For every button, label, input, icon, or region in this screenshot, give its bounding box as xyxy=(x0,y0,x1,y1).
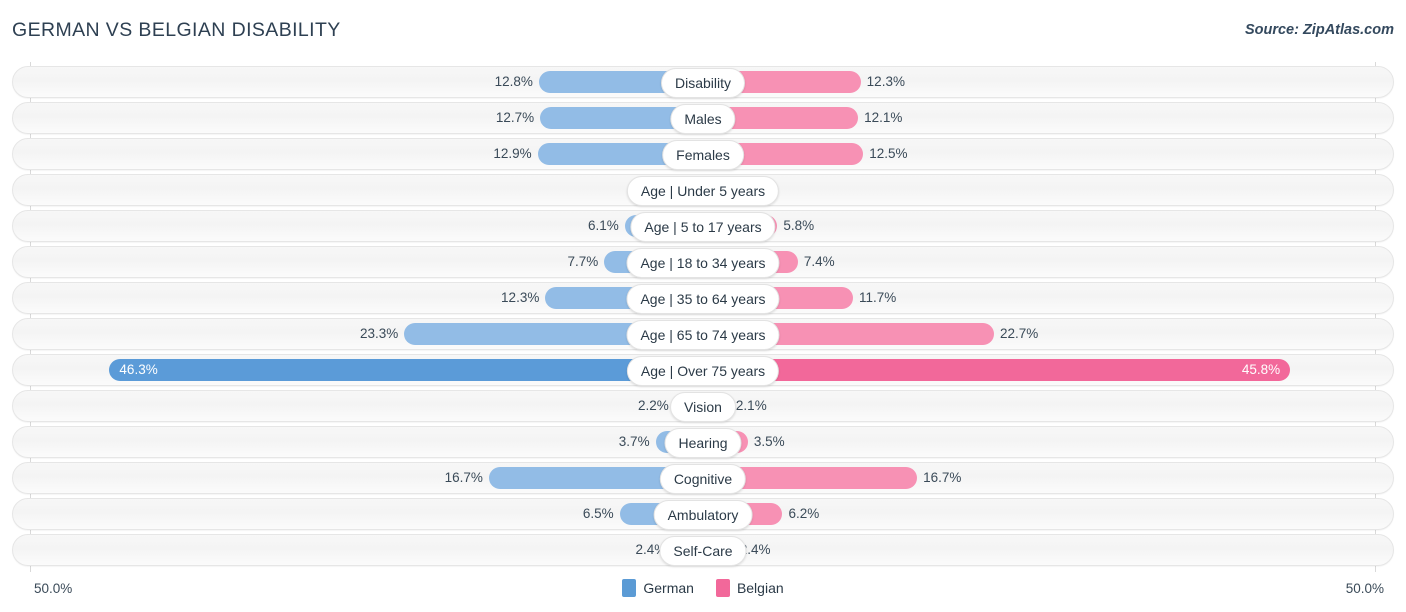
table-row[interactable]: 6.1% 5.8% Age | 5 to 17 years xyxy=(0,210,1406,242)
value-label-german: 6.5% xyxy=(583,498,614,530)
category-label: Age | Over 75 years xyxy=(627,356,779,386)
value-label-belgian: 12.3% xyxy=(867,66,905,98)
value-label-belgian: 16.7% xyxy=(923,462,961,494)
value-label-belgian: 5.8% xyxy=(783,210,814,242)
legend-label: Belgian xyxy=(737,580,784,596)
legend-swatch-icon xyxy=(716,579,730,597)
table-row[interactable]: 12.9% 12.5% Females xyxy=(0,138,1406,170)
value-label-german: 7.7% xyxy=(568,246,599,278)
value-label-german: 2.2% xyxy=(638,390,669,422)
category-label: Females xyxy=(662,140,744,170)
category-label: Age | 18 to 34 years xyxy=(626,248,779,278)
category-label: Ambulatory xyxy=(654,500,753,530)
table-row[interactable]: 7.7% 7.4% Age | 18 to 34 years xyxy=(0,246,1406,278)
value-label-belgian: 12.1% xyxy=(864,102,902,134)
chart-footer: 50.0% 50.0% GermanBelgian xyxy=(0,574,1406,612)
value-label-belgian: 7.4% xyxy=(804,246,835,278)
value-label-german: 16.7% xyxy=(445,462,483,494)
value-label-german: 12.7% xyxy=(496,102,534,134)
table-row[interactable]: 12.7% 12.1% Males xyxy=(0,102,1406,134)
legend-swatch-icon xyxy=(622,579,636,597)
value-label-german: 3.7% xyxy=(619,426,650,458)
table-row[interactable]: 12.8% 12.3% Disability xyxy=(0,66,1406,98)
chart-rows: 12.8% 12.3% Disability 12.7% 12.1% Males 12.9%… xyxy=(0,66,1406,570)
value-label-belgian: 22.7% xyxy=(1000,318,1038,350)
table-row[interactable]: 2.4%2.4%Self-Care xyxy=(0,534,1406,566)
category-label: Hearing xyxy=(664,428,741,458)
bar-german xyxy=(109,359,703,381)
table-row[interactable]: 46.3% 45.8% Age | Over 75 years xyxy=(0,354,1406,386)
legend-item[interactable]: German xyxy=(622,579,694,597)
value-label-belgian: 6.2% xyxy=(788,498,819,530)
value-label-belgian: 3.5% xyxy=(754,426,785,458)
table-row[interactable]: 23.3% 22.7% Age | 65 to 74 years xyxy=(0,318,1406,350)
value-label-belgian: 45.8% xyxy=(1242,354,1280,386)
value-label-german: 12.9% xyxy=(493,138,531,170)
table-row[interactable]: 16.7% 16.7% Cognitive xyxy=(0,462,1406,494)
table-row[interactable]: 1.7%1.4%Age | Under 5 years xyxy=(0,174,1406,206)
chart-plot-area: 12.8% 12.3% Disability 12.7% 12.1% Males 12.9%… xyxy=(0,62,1406,572)
category-label: Age | Under 5 years xyxy=(627,176,779,206)
category-label: Age | 65 to 74 years xyxy=(626,320,779,350)
source-attribution: Source: ZipAtlas.com xyxy=(1245,22,1394,38)
table-row[interactable]: 3.7% 3.5% Hearing xyxy=(0,426,1406,458)
bar-belgian xyxy=(703,359,1290,381)
table-row[interactable]: 12.3% 11.7% Age | 35 to 64 years xyxy=(0,282,1406,314)
value-label-belgian: 2.1% xyxy=(736,390,767,422)
value-label-german: 46.3% xyxy=(119,354,157,386)
value-label-belgian: 12.5% xyxy=(869,138,907,170)
category-label: Disability xyxy=(661,68,745,98)
category-label: Age | 35 to 64 years xyxy=(626,284,779,314)
value-label-german: 23.3% xyxy=(360,318,398,350)
legend-item[interactable]: Belgian xyxy=(716,579,784,597)
chart-legend: German Belgian xyxy=(0,579,1406,597)
category-label: Males xyxy=(670,104,735,134)
category-label: Cognitive xyxy=(660,464,746,494)
category-label: Age | 5 to 17 years xyxy=(630,212,775,242)
value-label-german: 6.1% xyxy=(588,210,619,242)
table-row[interactable]: 6.5% 6.2% Ambulatory xyxy=(0,498,1406,530)
page-title: GERMAN VS BELGIAN DISABILITY xyxy=(12,19,341,42)
value-label-german: 12.8% xyxy=(495,66,533,98)
chart-header: GERMAN VS BELGIAN DISABILITY Source: Zip… xyxy=(0,0,1406,62)
value-label-belgian: 11.7% xyxy=(859,282,896,314)
category-label: Vision xyxy=(670,392,736,422)
table-row[interactable]: 2.2% 2.1%Vision xyxy=(0,390,1406,422)
category-label: Self-Care xyxy=(659,536,746,566)
value-label-german: 12.3% xyxy=(501,282,539,314)
legend-label: German xyxy=(643,580,694,596)
